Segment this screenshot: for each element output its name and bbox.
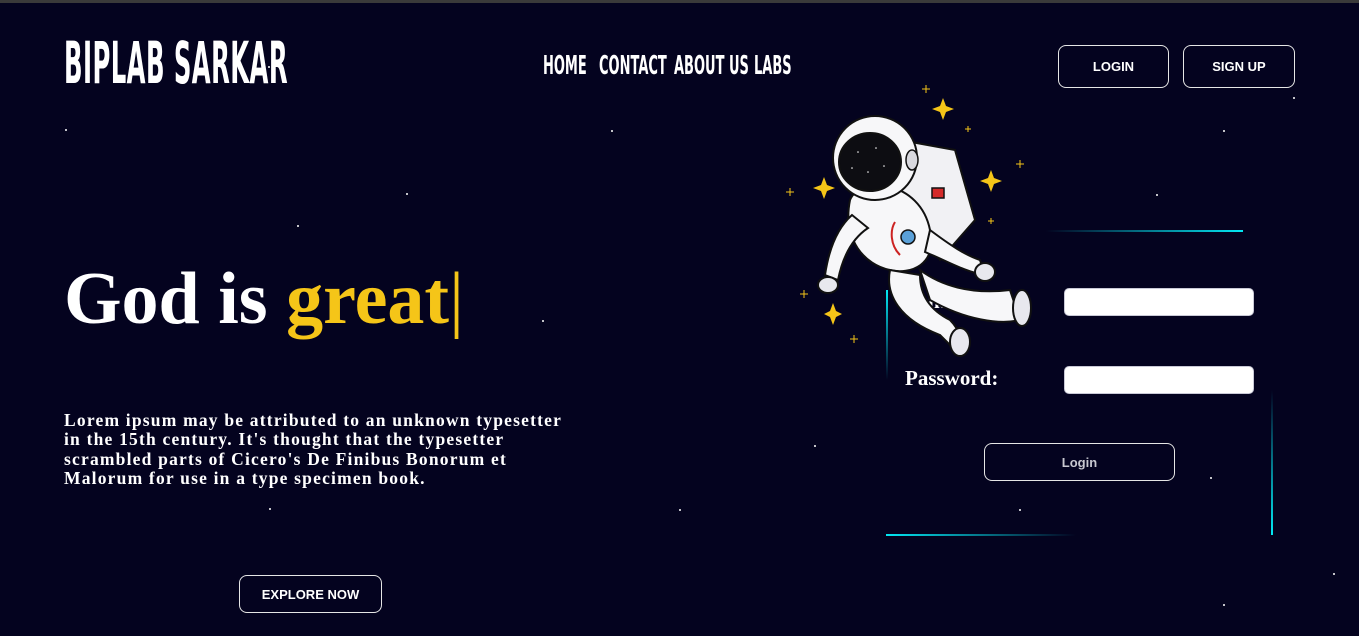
brand-logo[interactable]: BIPLAB SARKAR bbox=[64, 32, 288, 94]
nav-about-us[interactable]: ABOUT US bbox=[674, 48, 749, 84]
headline-accent: great bbox=[286, 258, 450, 340]
typing-cursor: | bbox=[449, 258, 464, 340]
username-input[interactable] bbox=[1064, 288, 1254, 316]
glow-border-top bbox=[1046, 230, 1243, 232]
password-input[interactable] bbox=[1064, 366, 1254, 394]
nav-home[interactable]: HOME bbox=[543, 48, 587, 84]
hero-description: Lorem ipsum may be attributed to an unkn… bbox=[64, 410, 562, 488]
glow-border-right bbox=[1271, 390, 1273, 535]
header-login-button[interactable]: LOGIN bbox=[1058, 45, 1169, 88]
header-signup-button[interactable]: SIGN UP bbox=[1183, 45, 1295, 88]
hero-headline: God is great| bbox=[64, 256, 464, 342]
headline-prefix: God is bbox=[64, 258, 287, 340]
top-border bbox=[0, 0, 1359, 3]
astronaut-illustration bbox=[786, 85, 1032, 357]
nav-contact[interactable]: CONTACT bbox=[599, 48, 667, 84]
password-label: Password: bbox=[905, 366, 999, 390]
nav-labs[interactable]: LABS bbox=[754, 48, 792, 84]
login-submit-button[interactable]: Login bbox=[984, 443, 1175, 481]
glow-border-bottom bbox=[886, 534, 1076, 536]
explore-now-button[interactable]: EXPLORE NOW bbox=[239, 575, 382, 613]
